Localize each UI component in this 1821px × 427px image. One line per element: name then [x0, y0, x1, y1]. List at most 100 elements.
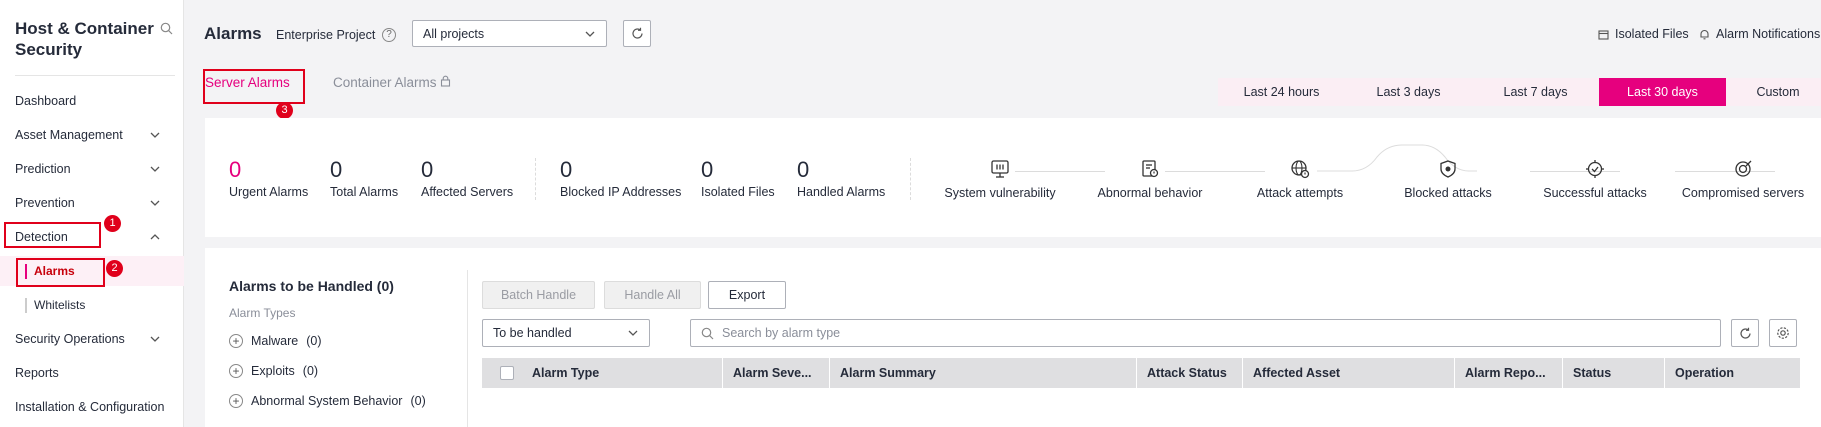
- status-select-value: To be handled: [493, 326, 572, 340]
- alarm-notifications-link[interactable]: Alarm Notifications: [1699, 27, 1820, 41]
- range-custom[interactable]: Custom: [1726, 78, 1821, 106]
- chain-compromised-servers[interactable]: Compromised servers: [1673, 158, 1813, 200]
- chain-attack-attempts[interactable]: Attack attempts: [1235, 158, 1365, 200]
- stat-blocked-ip[interactable]: 0 Blocked IP Addresses: [560, 157, 681, 200]
- chain-blocked-attacks[interactable]: Blocked attacks: [1383, 158, 1513, 200]
- stat-value: 0: [560, 157, 573, 182]
- sidebar-item-installation-configuration[interactable]: Installation & Configuration: [0, 392, 184, 422]
- alarm-type-label: Malware: [251, 334, 299, 348]
- sidebar-item-label: Reports: [15, 366, 59, 380]
- range-last-7-days[interactable]: Last 7 days: [1472, 78, 1599, 106]
- sidebar-item-detection[interactable]: Detection: [0, 222, 184, 252]
- column-alarm-severity[interactable]: Alarm Seve...: [722, 358, 829, 388]
- sidebar-item-label: Asset Management: [15, 128, 123, 142]
- stat-label: Urgent Alarms: [229, 185, 309, 199]
- sidebar-item-label: Prevention: [15, 196, 75, 210]
- column-status[interactable]: Status: [1562, 358, 1664, 388]
- range-last-3-days[interactable]: Last 3 days: [1345, 78, 1472, 106]
- stat-label: Handled Alarms: [797, 185, 886, 199]
- select-all-checkbox[interactable]: [500, 366, 514, 380]
- handle-status-select[interactable]: To be handled: [482, 319, 650, 347]
- stat-total-alarms[interactable]: 0 Total Alarms: [330, 157, 398, 200]
- sidebar-subitem-label: Alarms: [34, 264, 75, 278]
- chevron-down-icon: [585, 31, 595, 37]
- tree-line: [25, 298, 27, 313]
- sidebar: Host & Container Security Dashboard Asse…: [0, 0, 184, 427]
- sidebar-item-label: Installation & Configuration: [15, 400, 165, 414]
- chain-abnormal-behavior[interactable]: Abnormal behavior: [1085, 158, 1215, 200]
- monitor-icon: [991, 160, 1009, 178]
- stat-value: 0: [330, 157, 343, 182]
- expand-icon: +: [229, 334, 243, 348]
- alarm-type-exploits[interactable]: + Exploits (0): [229, 364, 318, 378]
- chain-label: Attack attempts: [1256, 186, 1344, 200]
- target-check-icon: [1586, 160, 1604, 178]
- sidebar-item-label: Security Operations: [15, 332, 125, 346]
- globe-alert-icon: [1291, 160, 1310, 179]
- range-last-30-days[interactable]: Last 30 days: [1599, 78, 1726, 106]
- chevron-down-icon: [150, 336, 160, 342]
- alarm-type-abnormal-system-behavior[interactable]: + Abnormal System Behavior (0): [229, 394, 426, 408]
- export-button[interactable]: Export: [708, 281, 786, 309]
- alarms-to-handle-title: Alarms to be Handled (0): [229, 278, 394, 294]
- sidebar-subitem-whitelists[interactable]: Whitelists: [0, 290, 184, 320]
- chevron-down-icon: [150, 166, 160, 172]
- sidebar-item-label: Prediction: [15, 162, 71, 176]
- search-icon[interactable]: [160, 22, 173, 38]
- column-affected-asset[interactable]: Affected Asset: [1242, 358, 1454, 388]
- alarm-type-count: (0): [306, 334, 322, 348]
- page-header: Alarms Enterprise Project ? All projects…: [184, 0, 1821, 56]
- stat-value: 0: [229, 157, 242, 182]
- help-icon[interactable]: ?: [382, 28, 396, 42]
- stat-handled-alarms[interactable]: 0 Handled Alarms: [797, 158, 886, 200]
- sidebar-item-dashboard[interactable]: Dashboard: [0, 86, 184, 116]
- alarm-search-input[interactable]: Search by alarm type: [690, 319, 1721, 347]
- sidebar-subitem-alarms[interactable]: Alarms: [0, 256, 184, 286]
- sidebar-title: Host & Container Security: [15, 19, 154, 59]
- refresh-button[interactable]: [623, 20, 651, 47]
- sidebar-item-label: Detection: [15, 230, 68, 244]
- chevron-down-icon: [150, 200, 160, 206]
- chevron-up-icon: [150, 234, 160, 240]
- handle-all-button[interactable]: Handle All: [604, 281, 701, 309]
- alarm-table-header: Alarm Type Alarm Seve... Alarm Summary A…: [482, 358, 1800, 388]
- shield-icon: [1440, 160, 1456, 178]
- isolated-files-label: Isolated Files: [1615, 27, 1689, 41]
- tab-container-alarms[interactable]: Container Alarms: [333, 75, 451, 90]
- chain-label: Abnormal behavior: [1097, 186, 1203, 200]
- sidebar-item-reports[interactable]: Reports: [0, 358, 184, 388]
- chain-system-vulnerability[interactable]: System vulnerability: [935, 158, 1065, 200]
- chain-successful-attacks[interactable]: Successful attacks: [1530, 158, 1660, 200]
- panel-divider: [467, 270, 468, 427]
- expand-icon: +: [229, 394, 243, 408]
- sidebar-item-asset-management[interactable]: Asset Management: [0, 120, 184, 150]
- bell-icon: [1700, 29, 1709, 39]
- stat-isolated-files[interactable]: 0 Isolated Files: [701, 158, 775, 200]
- sidebar-item-prediction[interactable]: Prediction: [0, 154, 184, 184]
- sidebar-item-security-operations[interactable]: Security Operations: [0, 324, 184, 354]
- column-alarm-reported[interactable]: Alarm Repo...: [1454, 358, 1562, 388]
- table-settings-button[interactable]: [1769, 319, 1797, 347]
- search-placeholder: Search by alarm type: [722, 326, 841, 340]
- column-operation[interactable]: Operation: [1664, 358, 1800, 388]
- stat-urgent-alarms[interactable]: 0 Urgent Alarms: [229, 157, 309, 200]
- column-alarm-type[interactable]: Alarm Type: [522, 358, 722, 388]
- alarm-notifications-label: Alarm Notifications: [1716, 27, 1821, 41]
- range-last-24-hours[interactable]: Last 24 hours: [1218, 78, 1345, 106]
- column-attack-status[interactable]: Attack Status: [1136, 358, 1242, 388]
- search-icon: [701, 327, 714, 339]
- refresh-list-button[interactable]: [1731, 319, 1759, 347]
- refresh-icon: [1739, 327, 1751, 339]
- stat-affected-servers[interactable]: 0 Affected Servers: [421, 158, 513, 200]
- isolated-files-link[interactable]: Isolated Files: [1598, 27, 1689, 41]
- alarm-type-malware[interactable]: + Malware (0): [229, 334, 322, 348]
- sidebar-item-prevention[interactable]: Prevention: [0, 188, 184, 218]
- column-alarm-summary[interactable]: Alarm Summary: [829, 358, 1136, 388]
- alarm-list-card: Alarms to be Handled (0) Alarm Types + M…: [205, 248, 1821, 427]
- expand-icon: +: [229, 364, 243, 378]
- project-select[interactable]: All projects: [412, 20, 607, 47]
- tab-label: Container Alarms: [333, 75, 437, 90]
- tab-server-alarms[interactable]: Server Alarms: [205, 75, 290, 90]
- chain-label: Blocked attacks: [1404, 186, 1492, 200]
- batch-handle-button[interactable]: Batch Handle: [482, 281, 595, 309]
